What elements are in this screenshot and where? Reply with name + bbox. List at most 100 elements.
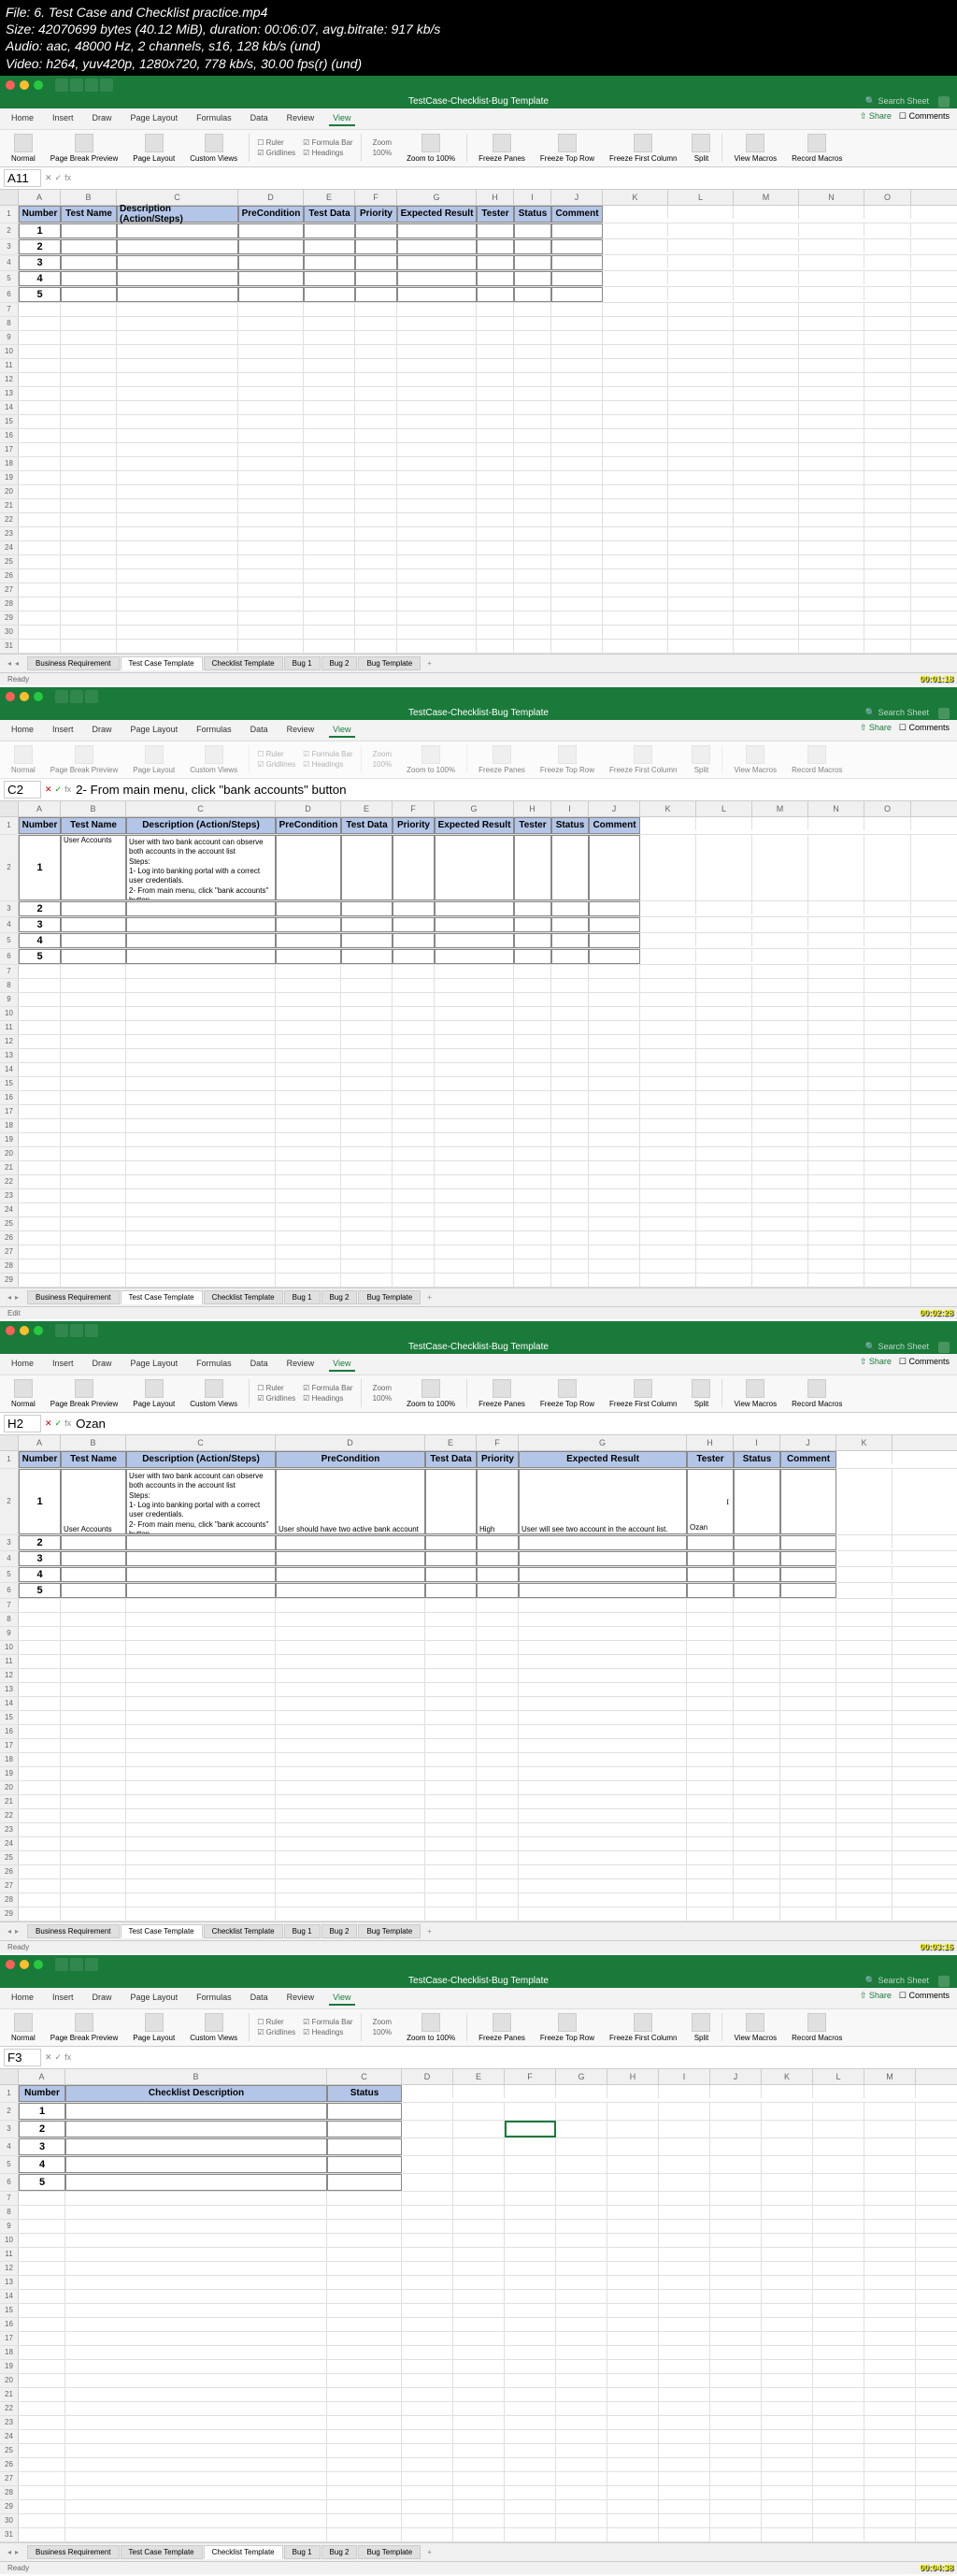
tab-review[interactable]: Review: [283, 1991, 319, 2006]
tab-formulas[interactable]: Formulas: [193, 1991, 236, 2006]
normal-view-icon[interactable]: [14, 1379, 33, 1398]
col-header-tester[interactable]: Tester: [477, 206, 514, 223]
tab-formulas[interactable]: Formulas: [193, 723, 236, 738]
headings-checkbox[interactable]: ☑ Headings: [303, 2028, 352, 2036]
sheet-tab-business[interactable]: Business Requirement: [27, 1290, 119, 1304]
maximize-window-button[interactable]: [34, 1960, 43, 1969]
col-header-testdata[interactable]: Test Data: [304, 206, 355, 223]
cancel-formula-icon[interactable]: ✕: [45, 1418, 52, 1429]
prev-sheet-icon[interactable]: ◂: [15, 659, 19, 668]
comments-button[interactable]: ☐ Comments: [899, 111, 950, 122]
next-sheet-icon[interactable]: ▸: [15, 1293, 19, 1302]
tab-review[interactable]: Review: [283, 723, 319, 738]
tab-draw[interactable]: Draw: [89, 1357, 116, 1372]
qat-undo-icon[interactable]: [85, 79, 98, 92]
minimize-window-button[interactable]: [20, 692, 29, 701]
freeze-first-icon[interactable]: [634, 2013, 652, 2032]
prev-sheet-icon[interactable]: ◂: [7, 1293, 11, 1302]
name-box[interactable]: [4, 169, 41, 187]
freeze-panes-icon[interactable]: [493, 1379, 511, 1398]
qat-save-icon[interactable]: [55, 1958, 68, 1971]
maximize-window-button[interactable]: [34, 1326, 43, 1335]
sheet-tab-business[interactable]: Business Requirement: [27, 1924, 119, 1938]
sheet-tab-checklist[interactable]: Checklist Template: [204, 656, 283, 670]
ribbon-toggle-icon[interactable]: [938, 1342, 950, 1353]
qat-redo-icon[interactable]: [85, 690, 98, 703]
search-sheet-input[interactable]: 🔍 Search Sheet: [865, 708, 929, 718]
zoom-100-icon[interactable]: [421, 134, 440, 152]
freeze-first-icon[interactable]: [634, 1379, 652, 1398]
sheet-tab-bug2[interactable]: Bug 2: [321, 1924, 358, 1938]
tab-insert[interactable]: Insert: [49, 1991, 78, 2006]
tab-home[interactable]: Home: [7, 1357, 37, 1372]
share-button[interactable]: ⇧ Share: [860, 1357, 892, 1367]
minimize-window-button[interactable]: [20, 80, 29, 90]
custom-views-icon[interactable]: [205, 134, 223, 152]
freeze-panes-icon[interactable]: [493, 2013, 511, 2032]
comments-button[interactable]: ☐ Comments: [899, 1991, 950, 2001]
col-header-number[interactable]: Number: [19, 206, 61, 223]
gridlines-checkbox[interactable]: ☑ Gridlines: [257, 149, 295, 157]
minimize-window-button[interactable]: [20, 1326, 29, 1335]
zoom-100-icon[interactable]: [421, 2013, 440, 2032]
first-sheet-icon[interactable]: ◂: [7, 659, 11, 668]
view-macros-icon[interactable]: [746, 134, 764, 152]
tab-page-layout[interactable]: Page Layout: [127, 1357, 182, 1372]
sheet-tab-bug2[interactable]: Bug 2: [321, 656, 358, 670]
view-macros-icon[interactable]: [746, 2013, 764, 2032]
sheet-tab-bug1[interactable]: Bug 1: [284, 2545, 321, 2559]
next-sheet-icon[interactable]: ▸: [15, 2548, 19, 2556]
col-header-number[interactable]: Number: [19, 2085, 65, 2102]
record-macros-icon[interactable]: [807, 2013, 826, 2032]
maximize-window-button[interactable]: [34, 692, 43, 701]
expected-cell[interactable]: User will see two account in the account…: [519, 1469, 687, 1534]
sheet-tab-bugtemplate[interactable]: Bug Template: [358, 1924, 421, 1938]
record-macros-icon[interactable]: [807, 134, 826, 152]
comments-button[interactable]: ☐ Comments: [899, 723, 950, 733]
name-box[interactable]: [4, 2049, 41, 2066]
sheet-tab-bug1[interactable]: Bug 1: [284, 656, 321, 670]
tab-insert[interactable]: Insert: [49, 111, 78, 126]
sheet-tab-checklist[interactable]: Checklist Template: [204, 1924, 283, 1938]
qat-undo-icon[interactable]: [70, 1324, 83, 1337]
enter-formula-icon[interactable]: ✓: [55, 784, 63, 795]
fx-icon[interactable]: fx: [64, 784, 71, 795]
share-button[interactable]: ⇧ Share: [860, 723, 892, 733]
page-break-icon[interactable]: [75, 1379, 93, 1398]
qat-save-icon[interactable]: [70, 79, 83, 92]
sheet-tab-testcase[interactable]: Test Case Template: [121, 656, 203, 670]
freeze-top-icon[interactable]: [558, 1379, 577, 1398]
comments-button[interactable]: ☐ Comments: [899, 1357, 950, 1367]
freeze-first-icon[interactable]: [634, 134, 652, 152]
prev-sheet-icon[interactable]: ◂: [7, 2548, 11, 2556]
search-sheet-input[interactable]: 🔍 Search Sheet: [865, 1976, 929, 1986]
qat-redo-icon[interactable]: [85, 1958, 98, 1971]
cancel-formula-icon[interactable]: ✕: [45, 173, 52, 183]
col-header-description[interactable]: Description (Action/Steps): [117, 206, 238, 223]
tab-view[interactable]: View: [329, 1991, 354, 2006]
ruler-checkbox[interactable]: ☐ Ruler: [257, 138, 295, 147]
ruler-checkbox[interactable]: ☐ Ruler: [257, 1384, 295, 1392]
split-icon[interactable]: [692, 2013, 710, 2032]
close-window-button[interactable]: [6, 692, 15, 701]
maximize-window-button[interactable]: [34, 80, 43, 90]
view-macros-icon[interactable]: [746, 1379, 764, 1398]
sheet-tab-testcase[interactable]: Test Case Template: [121, 1290, 203, 1304]
tab-view[interactable]: View: [329, 723, 354, 738]
tab-page-layout[interactable]: Page Layout: [127, 723, 182, 738]
sheet-tab-checklist[interactable]: Checklist Template: [204, 2545, 283, 2559]
gridlines-checkbox[interactable]: ☑ Gridlines: [257, 2028, 295, 2036]
tab-formulas[interactable]: Formulas: [193, 111, 236, 126]
col-header-comment[interactable]: Comment: [551, 206, 603, 223]
record-macros-icon[interactable]: [807, 1379, 826, 1398]
enter-formula-icon[interactable]: ✓: [55, 2052, 63, 2063]
qat-undo-icon[interactable]: [70, 690, 83, 703]
col-header-testname[interactable]: Test Name: [61, 206, 117, 223]
sheet-tab-bug1[interactable]: Bug 1: [284, 1924, 321, 1938]
add-sheet-button[interactable]: +: [421, 1291, 437, 1303]
ribbon-toggle-icon[interactable]: [938, 708, 950, 719]
spreadsheet-grid[interactable]: A B C D E F G H I J K L M 1 Number Check…: [0, 2069, 957, 2542]
sheet-tab-bugtemplate[interactable]: Bug Template: [358, 2545, 421, 2559]
col-header-priority[interactable]: Priority: [355, 206, 397, 223]
zoom-100-icon[interactable]: [421, 1379, 440, 1398]
